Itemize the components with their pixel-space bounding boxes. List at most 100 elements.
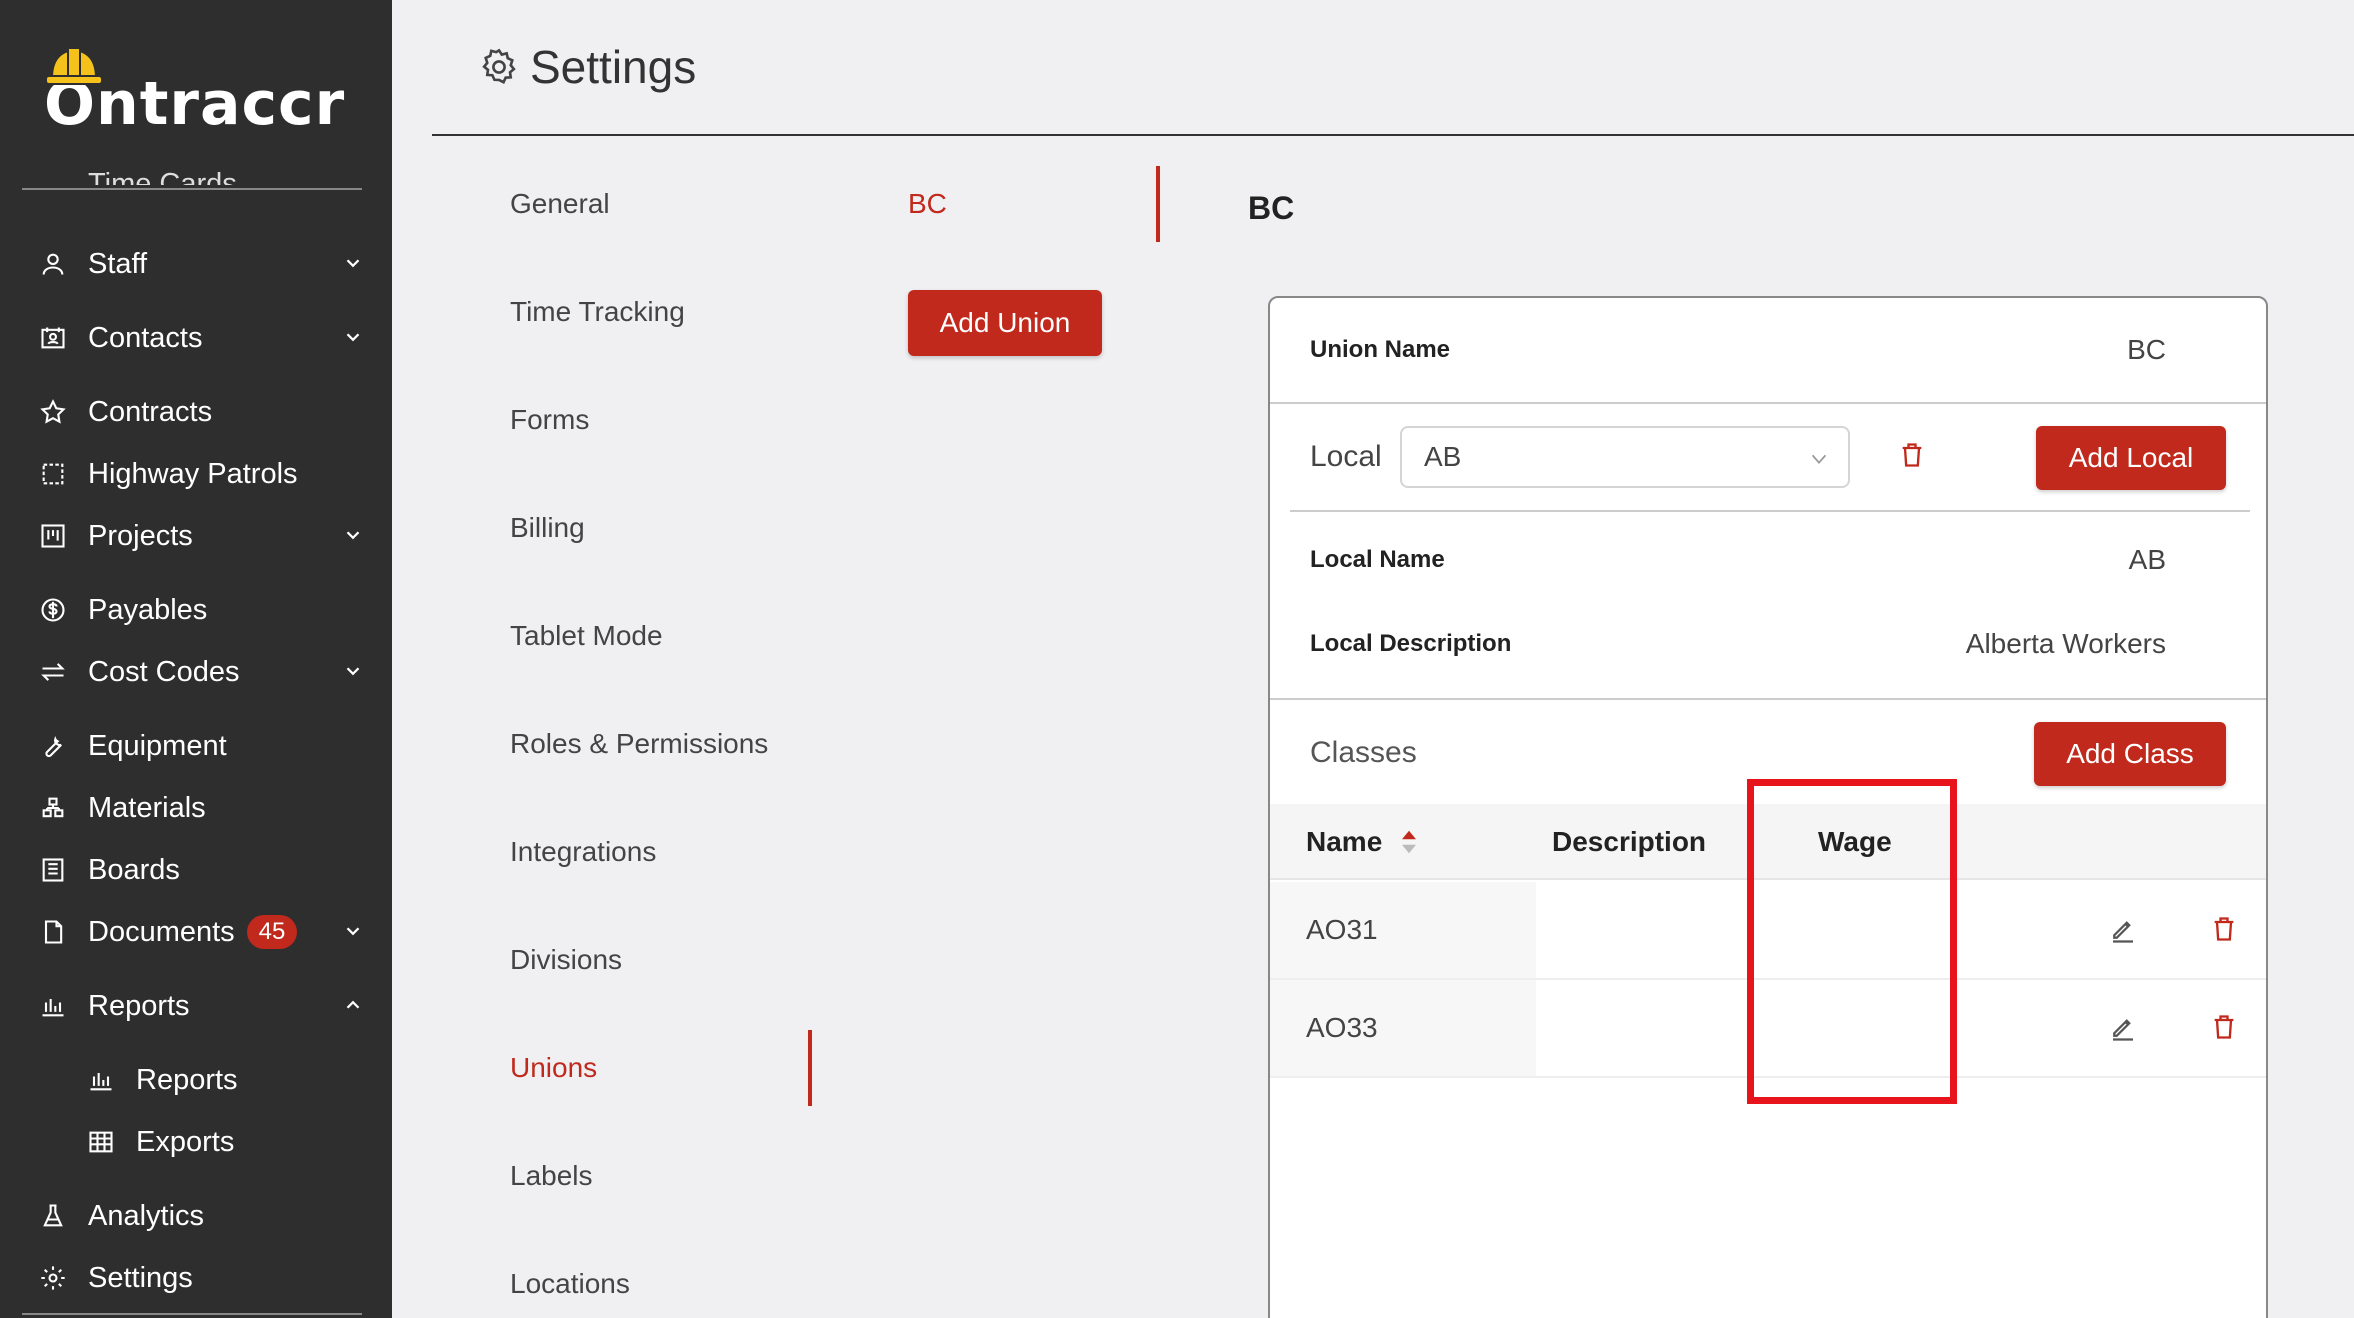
- table-icon: [86, 1127, 116, 1157]
- sidebar-subitem-exports[interactable]: Exports: [86, 1120, 364, 1164]
- ontraccr-logo[interactable]: Ontraccr: [44, 44, 345, 134]
- divider: [1270, 402, 2266, 404]
- settings-menu-divisions[interactable]: Divisions: [510, 944, 622, 976]
- sidebar-item-label: Contracts: [88, 395, 213, 428]
- settings-menu-roles-permissions[interactable]: Roles & Permissions: [510, 728, 768, 760]
- chevron-up-icon[interactable]: [342, 994, 364, 1016]
- sidebar-item-label: Reports: [136, 1063, 238, 1096]
- settings-menu-integrations[interactable]: Integrations: [510, 836, 656, 868]
- sidebar-item-label: Exports: [136, 1125, 235, 1158]
- delete-icon[interactable]: [2210, 1012, 2238, 1042]
- union-name-label: Union Name: [1310, 336, 1451, 363]
- sidebar-item-label: Settings: [88, 1261, 193, 1294]
- page-header: Settings: [478, 40, 696, 94]
- union-name-value: BC: [2127, 334, 2166, 365]
- sidebar-item-equipment[interactable]: Equipment: [38, 724, 364, 768]
- sidebar-item-highway-patrols[interactable]: Highway Patrols: [38, 452, 364, 496]
- sidebar-item-label: Documents: [88, 915, 235, 948]
- local-description-label: Local Description: [1310, 630, 1512, 657]
- sidebar-item-label: Boards: [88, 853, 180, 886]
- sidebar-item-label: Projects: [88, 519, 193, 552]
- sidebar-item-materials[interactable]: Materials: [38, 786, 364, 830]
- local-label: Local: [1310, 440, 1382, 473]
- name-column-header[interactable]: Name: [1306, 826, 1382, 858]
- sidebar-item-staff[interactable]: Staff: [38, 242, 364, 286]
- chevron-down-icon[interactable]: [342, 252, 364, 274]
- settings-menu-tablet-mode[interactable]: Tablet Mode: [510, 620, 663, 652]
- sidebar-item-label: Staff: [88, 247, 148, 280]
- sidebar-item-settings[interactable]: Settings: [38, 1256, 364, 1300]
- sidebar-item-label: Time Cards: [88, 168, 237, 200]
- gear-icon: [38, 1263, 68, 1293]
- sidebar-item-contacts[interactable]: Contacts: [38, 316, 364, 360]
- sidebar-item-label: Contacts: [88, 321, 203, 354]
- divider: [1270, 698, 2266, 700]
- settings-menu-general[interactable]: General: [510, 188, 610, 220]
- local-select[interactable]: AB: [1400, 426, 1850, 488]
- sidebar-item-label: Payables: [88, 593, 208, 626]
- board-icon: [38, 855, 68, 885]
- bar-chart-icon: [86, 1065, 116, 1095]
- classes-label: Classes: [1310, 736, 1417, 769]
- local-name-value: AB: [2128, 544, 2166, 575]
- add-union-button[interactable]: Add Union: [908, 290, 1102, 356]
- logo-divider: [22, 188, 362, 190]
- sidebar-item-label: Highway Patrols: [88, 457, 298, 490]
- sidebar-item-reports[interactable]: Reports: [38, 984, 364, 1028]
- chevron-down-icon[interactable]: [342, 920, 364, 942]
- settings-menu-time-tracking[interactable]: Time Tracking: [510, 296, 685, 328]
- sidebar-item-documents[interactable]: Documents 45: [38, 910, 364, 954]
- delete-icon[interactable]: [2210, 914, 2238, 944]
- bar-chart-icon: [38, 991, 68, 1021]
- union-list-item[interactable]: BC: [908, 188, 947, 220]
- page-title: Settings: [530, 41, 697, 93]
- edit-icon[interactable]: [2108, 1012, 2138, 1042]
- settings-menu-locations[interactable]: Locations: [510, 1268, 630, 1300]
- sidebar-item-label: Cost Codes: [88, 655, 240, 688]
- chevron-down-icon: [1811, 454, 1827, 465]
- settings-menu-unions[interactable]: Unions: [510, 1052, 597, 1084]
- sidebar-item-label: Reports: [88, 989, 190, 1022]
- sidebar: Ontraccr Time Cards Staff Contacts Contr…: [0, 0, 392, 1318]
- dollar-icon: [38, 595, 68, 625]
- description-column-header: Description: [1552, 826, 1707, 857]
- boxes-icon: [38, 793, 68, 823]
- sidebar-item-contracts[interactable]: Contracts: [38, 390, 364, 434]
- sidebar-item-label: Materials: [88, 791, 206, 824]
- class-name: AO31: [1306, 914, 1378, 945]
- settings-menu-billing[interactable]: Billing: [510, 512, 585, 544]
- local-description-value: Alberta Workers: [1965, 628, 2166, 659]
- sidebar-item-payables[interactable]: Payables: [38, 588, 364, 632]
- chevron-down-icon[interactable]: [342, 524, 364, 546]
- swap-icon: [38, 657, 68, 687]
- person-icon: [38, 249, 68, 279]
- local-select-value: AB: [1424, 441, 1462, 472]
- chevron-down-icon[interactable]: [342, 326, 364, 348]
- settings-menu-forms[interactable]: Forms: [510, 404, 589, 436]
- kanban-icon: [38, 521, 68, 551]
- add-class-button[interactable]: Add Class: [2034, 722, 2226, 786]
- chevron-down-icon[interactable]: [342, 660, 364, 682]
- settings-menu-labels[interactable]: Labels: [510, 1160, 593, 1192]
- hard-hat-icon: [46, 47, 102, 85]
- sidebar-divider: [22, 1313, 362, 1315]
- active-menu-indicator: [808, 1030, 812, 1106]
- active-union-indicator: [1156, 166, 1160, 242]
- edit-icon[interactable]: [2108, 914, 2138, 944]
- delete-local-icon[interactable]: [1898, 440, 1926, 470]
- local-name-label: Local Name: [1310, 546, 1445, 573]
- sidebar-item-time-cards[interactable]: Time Cards: [38, 168, 237, 200]
- flask-icon: [38, 1201, 68, 1231]
- star-icon: [38, 397, 68, 427]
- sidebar-item-projects[interactable]: Projects: [38, 514, 364, 558]
- sidebar-item-boards[interactable]: Boards: [38, 848, 364, 892]
- add-local-button[interactable]: Add Local: [2036, 426, 2226, 490]
- wage-column-highlight: [1747, 779, 1957, 1104]
- contact-card-icon: [38, 323, 68, 353]
- sidebar-item-analytics[interactable]: Analytics: [38, 1194, 364, 1238]
- divider: [1290, 510, 2250, 512]
- sidebar-item-cost-codes[interactable]: Cost Codes: [38, 650, 364, 694]
- wrench-icon: [38, 731, 68, 761]
- sidebar-subitem-reports[interactable]: Reports: [86, 1058, 364, 1102]
- sort-icon[interactable]: [1400, 828, 1418, 856]
